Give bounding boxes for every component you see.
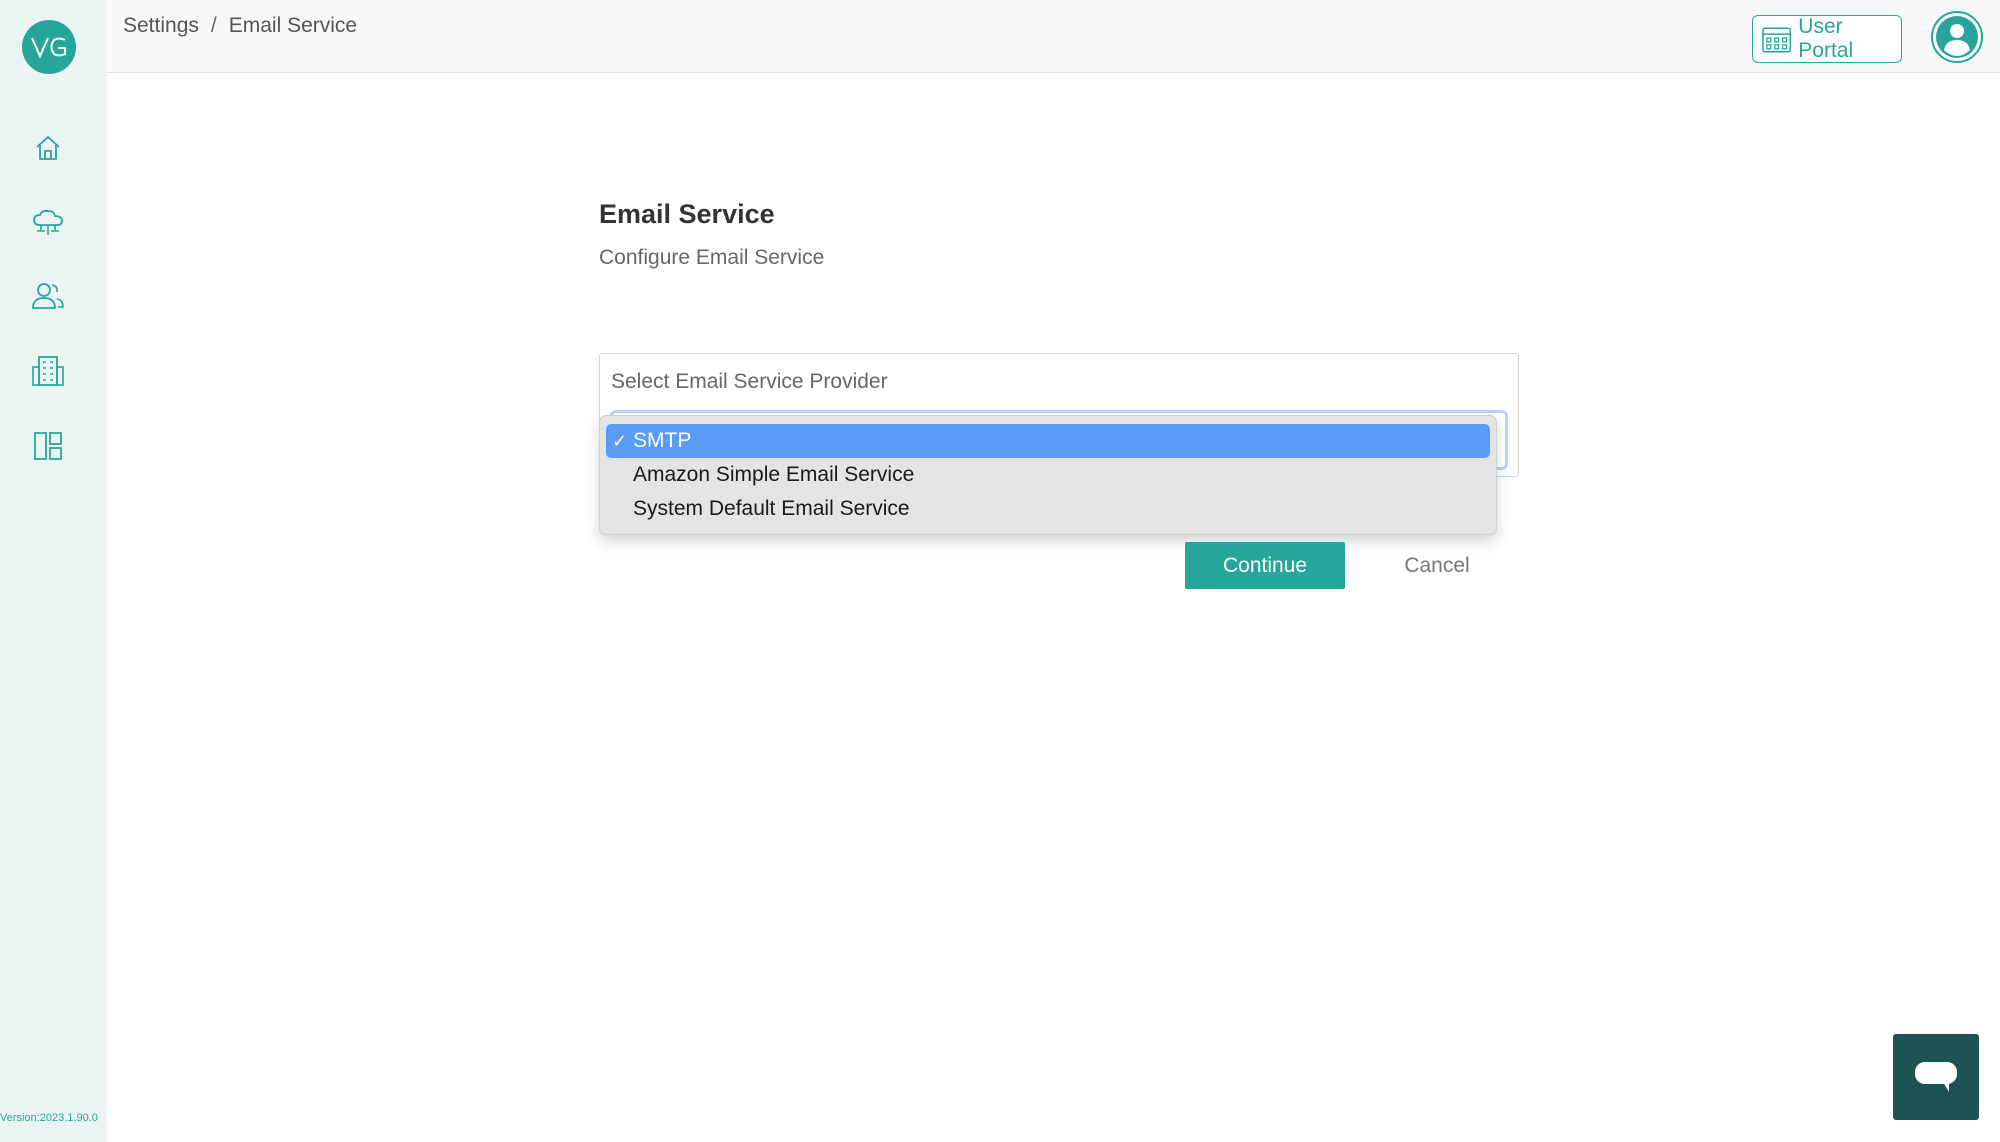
logo-icon bbox=[31, 37, 66, 59]
chat-bubble-icon bbox=[1915, 1062, 1957, 1092]
building-icon[interactable] bbox=[28, 351, 68, 391]
breadcrumb-email-service: Email Service bbox=[228, 14, 358, 37]
option-label: SMTP bbox=[633, 429, 692, 452]
page-title: Email Service bbox=[599, 199, 775, 229]
user-portal-label: User Portal bbox=[1798, 15, 1854, 62]
calendar-grid-icon bbox=[1762, 27, 1792, 53]
breadcrumb-separator: / bbox=[210, 14, 217, 37]
user-portal-button[interactable]: User Portal bbox=[1752, 15, 1902, 63]
version-label: Version:2023.1.90.0 bbox=[0, 1112, 98, 1124]
sidebar: Version:2023.1.90.0 bbox=[0, 0, 106, 1142]
dropdown-option-smtp[interactable]: ✓ SMTP bbox=[606, 424, 1490, 458]
cloud-network-icon[interactable] bbox=[28, 204, 68, 244]
provider-dropdown-menu: ✓ SMTP Amazon Simple Email Service Syste… bbox=[599, 415, 1497, 535]
dropdown-option-system-default[interactable]: System Default Email Service bbox=[606, 492, 1490, 526]
users-icon[interactable] bbox=[28, 276, 68, 316]
cancel-button[interactable]: Cancel bbox=[1392, 542, 1482, 589]
option-label: Amazon Simple Email Service bbox=[633, 463, 915, 486]
option-label: System Default Email Service bbox=[633, 497, 910, 520]
chat-button[interactable] bbox=[1893, 1034, 1979, 1120]
dashboard-layout-icon[interactable] bbox=[28, 426, 68, 466]
continue-button[interactable]: Continue bbox=[1185, 542, 1345, 589]
home-icon[interactable] bbox=[28, 128, 68, 168]
breadcrumb: Settings / Email Service bbox=[123, 14, 357, 38]
header: Settings / Email Service User Portal bbox=[106, 0, 2000, 73]
provider-select-label: Select Email Service Provider bbox=[611, 370, 888, 393]
checkmark-icon: ✓ bbox=[612, 431, 628, 451]
breadcrumb-settings[interactable]: Settings bbox=[123, 14, 199, 38]
user-avatar-icon bbox=[1931, 11, 1983, 63]
dropdown-option-amazon-ses[interactable]: Amazon Simple Email Service bbox=[606, 458, 1490, 492]
logo[interactable] bbox=[22, 20, 76, 74]
avatar[interactable] bbox=[1930, 10, 1984, 64]
page-subtitle: Configure Email Service bbox=[599, 246, 825, 269]
